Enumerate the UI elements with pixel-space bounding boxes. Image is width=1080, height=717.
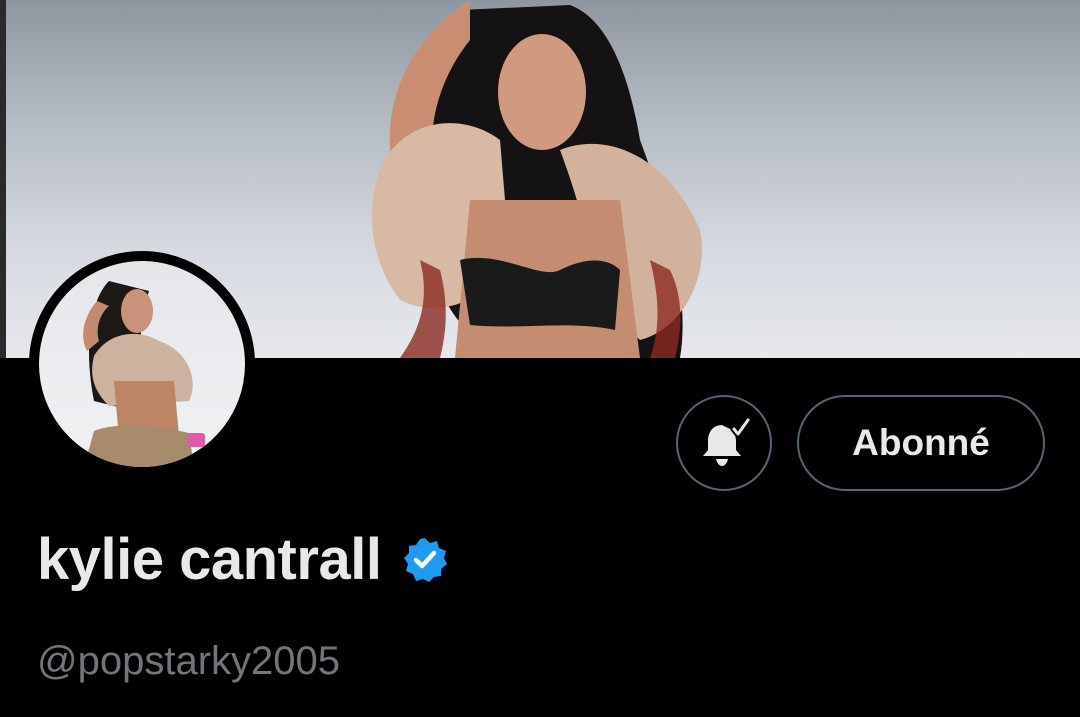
- display-name: kylie cantrall: [37, 527, 382, 592]
- profile-avatar[interactable]: [29, 251, 255, 477]
- bell-check-icon: [703, 416, 752, 466]
- following-button[interactable]: Abonné: [797, 395, 1045, 491]
- profile-page: Abonné kylie cantrall @popstarky2005: [0, 0, 1080, 717]
- avatar-figure: [83, 281, 205, 467]
- notifications-button[interactable]: [676, 395, 772, 491]
- avatar-photo: [39, 261, 245, 467]
- name-row: kylie cantrall: [37, 528, 449, 592]
- verified-badge-icon[interactable]: [401, 536, 449, 584]
- profile-handle: @popstarky2005: [37, 639, 341, 683]
